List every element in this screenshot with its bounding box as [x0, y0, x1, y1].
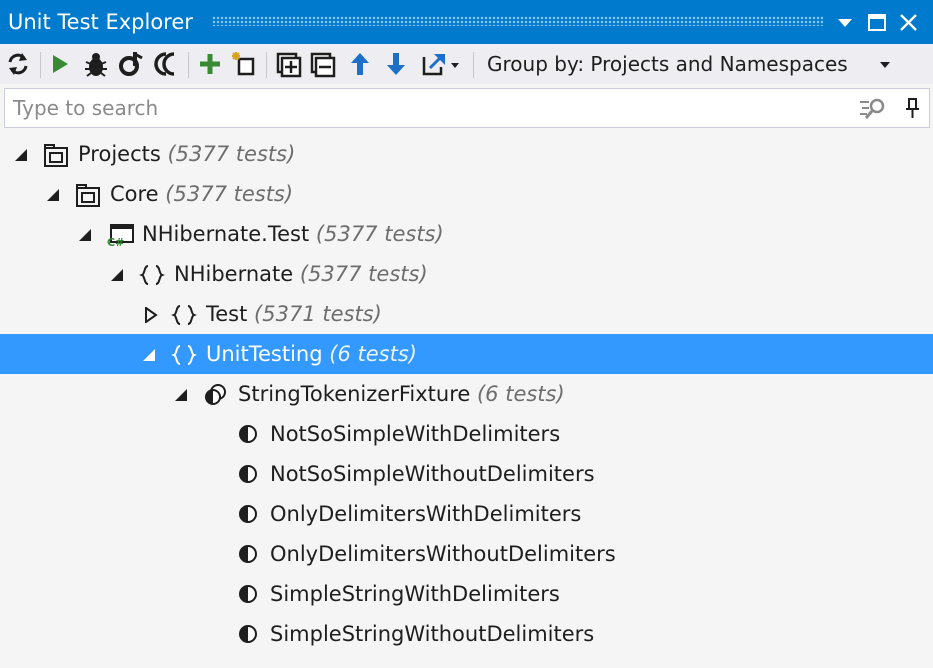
search-input[interactable]	[13, 94, 833, 122]
namespace-icon	[138, 262, 166, 288]
csharp-project-icon: C#	[107, 222, 134, 249]
tree-node[interactable]: NHibernate (5377 tests)	[0, 254, 933, 294]
svg-text:C#: C#	[107, 236, 124, 248]
toolbar-separator	[473, 52, 474, 78]
next-icon[interactable]	[382, 50, 410, 78]
project-folder-icon	[75, 182, 101, 208]
collapsed-triangle-icon[interactable]	[143, 306, 159, 324]
title-grip[interactable]	[212, 16, 823, 26]
test-icon	[236, 462, 262, 488]
namespace-icon	[170, 342, 198, 368]
tree-node[interactable]: StringTokenizerFixture (6 tests)	[0, 374, 933, 414]
test-label: OnlyDelimitersWithDelimiters	[270, 502, 582, 526]
run-icon[interactable]	[46, 50, 74, 78]
node-label: NHibernate.Test	[142, 222, 310, 246]
search-options-icon[interactable]	[857, 96, 891, 126]
test-item[interactable]: OnlyDelimitersWithDelimiters	[0, 494, 933, 534]
pin-icon[interactable]	[903, 96, 923, 126]
namespace-icon	[170, 302, 198, 328]
node-label: Test	[206, 302, 248, 326]
test-icon	[236, 622, 262, 648]
export-icon[interactable]	[420, 50, 448, 78]
toolbar-separator	[188, 52, 189, 78]
node-label: NHibernate	[174, 262, 294, 286]
cover-icon[interactable]	[117, 50, 145, 78]
close-icon[interactable]	[896, 10, 922, 36]
test-item[interactable]: SimpleStringWithDelimiters	[0, 574, 933, 614]
debug-icon[interactable]	[82, 50, 110, 78]
test-label: SimpleStringWithDelimiters	[270, 582, 560, 606]
test-icon	[236, 422, 262, 448]
expanded-triangle-icon[interactable]	[173, 387, 189, 403]
title-bar: Unit Test Explorer	[0, 0, 933, 44]
profile-icon[interactable]	[152, 50, 180, 78]
maximize-icon[interactable]	[864, 10, 890, 36]
test-label: SimpleStringWithoutDelimiters	[270, 622, 595, 646]
expand-all-icon[interactable]	[274, 50, 302, 78]
chevron-down-icon[interactable]	[878, 57, 892, 76]
tree-node[interactable]: Projects (5377 tests)	[0, 134, 933, 174]
tree-node[interactable]: C# NHibernate.Test (5377 tests)	[0, 214, 933, 254]
search-box	[4, 88, 930, 128]
dropdown-menu-icon[interactable]	[832, 10, 858, 36]
new-session-icon[interactable]	[230, 50, 258, 78]
toolbar-separator	[266, 52, 267, 78]
tree-node-selected[interactable]: UnitTesting (6 tests)	[0, 334, 933, 374]
expanded-triangle-icon[interactable]	[45, 187, 61, 203]
test-label: NotSoSimpleWithDelimiters	[270, 422, 561, 446]
previous-icon[interactable]	[346, 50, 374, 78]
node-count: (5377 tests)	[167, 142, 296, 166]
collapse-all-icon[interactable]	[308, 50, 336, 78]
node-label: UnitTesting	[206, 342, 323, 366]
group-by-dropdown[interactable]: Group by: Projects and Namespaces	[487, 50, 848, 78]
test-label: NotSoSimpleWithoutDelimiters	[270, 462, 595, 486]
export-dropdown-icon[interactable]	[448, 50, 462, 78]
node-count: (5377 tests)	[299, 262, 428, 286]
expanded-triangle-icon[interactable]	[109, 267, 125, 283]
test-item[interactable]: OnlyDelimitersWithoutDelimiters	[0, 534, 933, 574]
node-label: Projects	[78, 142, 161, 166]
project-folder-icon	[43, 142, 69, 168]
node-count: (5371 tests)	[254, 302, 382, 326]
test-icon	[236, 582, 262, 608]
expanded-triangle-icon[interactable]	[141, 347, 157, 363]
test-item[interactable]: SimpleStringWithoutDelimiters	[0, 614, 933, 654]
expanded-triangle-icon[interactable]	[13, 147, 29, 163]
node-count: (5377 tests)	[315, 222, 444, 246]
test-icon	[236, 502, 262, 528]
refresh-icon[interactable]	[4, 50, 32, 78]
node-label: StringTokenizerFixture	[238, 382, 471, 406]
node-count: (5377 tests)	[165, 182, 294, 206]
toolbar-separator	[40, 52, 41, 78]
add-icon[interactable]	[196, 50, 224, 78]
window-title: Unit Test Explorer	[8, 10, 193, 34]
node-label: Core	[110, 182, 159, 206]
test-item[interactable]: NotSoSimpleWithDelimiters	[0, 414, 933, 454]
toolbar: Group by: Projects and Namespaces	[0, 44, 933, 84]
node-count: (6 tests)	[476, 382, 565, 406]
tree-node[interactable]: Core (5377 tests)	[0, 174, 933, 214]
test-item[interactable]: NotSoSimpleWithoutDelimiters	[0, 454, 933, 494]
expanded-triangle-icon[interactable]	[77, 227, 93, 243]
node-count: (6 tests)	[329, 342, 417, 366]
tree-node[interactable]: Test (5371 tests)	[0, 294, 933, 334]
test-fixture-icon	[203, 382, 229, 408]
test-icon	[236, 542, 262, 568]
test-label: OnlyDelimitersWithoutDelimiters	[270, 542, 616, 566]
